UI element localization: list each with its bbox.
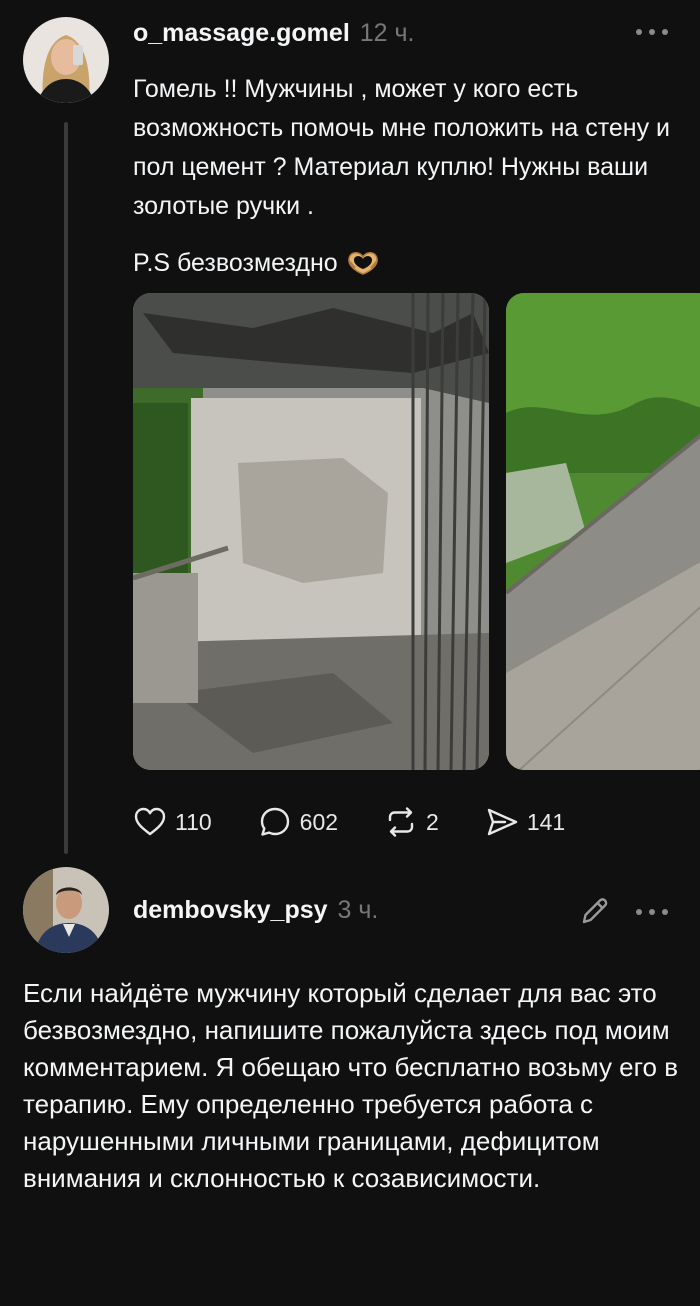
- heart-icon: [134, 807, 166, 836]
- post-ps-line: P.S безвозмездно: [133, 246, 380, 280]
- likes-count: 110: [175, 808, 212, 835]
- comment: dembovsky_psy 3 ч. Если найдёте мужчину …: [0, 860, 700, 1306]
- shares-count: 141: [526, 808, 566, 835]
- post-photo-balcony[interactable]: [133, 293, 489, 770]
- replies-count: 602: [299, 808, 339, 835]
- post-more-icon[interactable]: [636, 22, 668, 42]
- post: o_massage.gomel 12 ч. Гомель !! Мужчины …: [0, 0, 700, 860]
- comment-timestamp: 3 ч.: [337, 896, 379, 924]
- thread-line: [64, 122, 68, 854]
- avatar-photo: [23, 867, 109, 953]
- post-actions: 110 602 2 141: [133, 800, 611, 844]
- balcony-photo: [133, 293, 489, 770]
- reply-button[interactable]: 602: [258, 805, 338, 839]
- post-author-avatar[interactable]: [23, 17, 109, 103]
- comment-text: Если найдёте мужчину который сделает для…: [23, 978, 679, 1193]
- repost-button[interactable]: 2: [384, 805, 439, 839]
- repost-icon: [388, 807, 414, 837]
- comment-author-avatar[interactable]: [23, 867, 109, 953]
- like-button[interactable]: 110: [133, 805, 212, 839]
- post-text: Гомель !! Мужчины , может у кого есть во…: [133, 75, 671, 220]
- post-author-username[interactable]: o_massage.gomel: [133, 19, 350, 48]
- post-ps-text: P.S безвозмездно: [133, 249, 338, 277]
- avatar-photo: [23, 17, 109, 103]
- stairs-photo: [506, 293, 700, 770]
- comment-author-username[interactable]: dembovsky_psy: [133, 896, 328, 925]
- post-header: o_massage.gomel 12 ч.: [133, 19, 415, 55]
- comment-more-icon[interactable]: [636, 902, 668, 922]
- comment-icon: [260, 807, 289, 836]
- send-icon: [487, 808, 518, 836]
- post-photo-stairs[interactable]: [506, 293, 700, 770]
- post-timestamp: 12 ч.: [359, 19, 415, 47]
- comment-header: dembovsky_psy 3 ч.: [133, 896, 378, 932]
- reposts-count: 2: [426, 808, 439, 835]
- edit-icon[interactable]: [578, 894, 612, 928]
- share-button[interactable]: 141: [485, 805, 565, 839]
- heart-hands-icon: [347, 252, 378, 275]
